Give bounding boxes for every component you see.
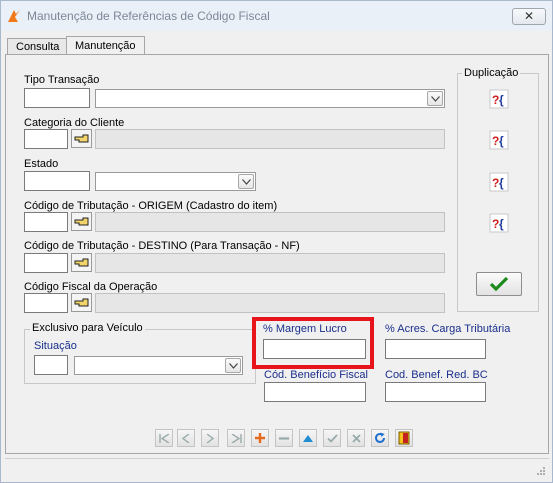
- margem-lucro-highlight: [252, 317, 374, 369]
- situacao-code-input[interactable]: [34, 355, 68, 375]
- duplicate-button-2[interactable]: ?{: [488, 129, 510, 151]
- window-title: Manutenção de Referências de Código Fisc…: [27, 9, 270, 23]
- duplicate-button-3[interactable]: ?{: [488, 171, 510, 193]
- prev-icon: [182, 433, 190, 443]
- last-icon: [231, 433, 242, 443]
- cancel-record-button[interactable]: [347, 429, 365, 447]
- insert-record-button[interactable]: [251, 429, 269, 447]
- previous-record-button[interactable]: [177, 429, 195, 447]
- pointing-hand-icon: [74, 217, 89, 226]
- first-icon: [158, 433, 169, 443]
- estado-label: Estado: [24, 158, 59, 170]
- categoria-cliente-description: [95, 129, 445, 149]
- cfop-description: [95, 293, 445, 313]
- trib-origem-description: [95, 212, 445, 232]
- next-record-button[interactable]: [201, 429, 219, 447]
- status-bar: [5, 458, 549, 479]
- pointing-hand-icon: [74, 134, 89, 143]
- categoria-cliente-label: Categoria do Cliente: [24, 117, 125, 129]
- estado-select[interactable]: [95, 172, 256, 191]
- trib-origem-lookup-button[interactable]: [71, 212, 92, 231]
- situacao-label: Situação: [34, 340, 77, 352]
- tab-consulta[interactable]: Consulta: [7, 38, 69, 54]
- trib-origem-label: Código de Tributação - ORIGEM (Cadastro …: [24, 200, 278, 212]
- cancel-icon: [351, 433, 361, 443]
- confirm-duplication-button[interactable]: [476, 272, 522, 296]
- situacao-select[interactable]: [74, 356, 243, 375]
- last-record-button[interactable]: [227, 429, 245, 447]
- trib-origem-code-input[interactable]: [24, 212, 68, 232]
- query-braces-icon: ?{: [489, 213, 509, 233]
- duplicate-button-1[interactable]: ?{: [488, 88, 510, 110]
- cfop-lookup-button[interactable]: [71, 293, 92, 312]
- delete-record-button[interactable]: [275, 429, 293, 447]
- resize-grip-icon[interactable]: [536, 466, 546, 476]
- categoria-cliente-code-input[interactable]: [24, 129, 68, 149]
- confirm-icon: [326, 433, 338, 443]
- query-braces-icon: ?{: [489, 89, 509, 109]
- delete-icon: [279, 436, 289, 440]
- exit-button[interactable]: [395, 429, 413, 447]
- insert-icon: [255, 433, 265, 443]
- pointing-hand-icon: [74, 298, 89, 307]
- cfop-code-input[interactable]: [24, 293, 68, 313]
- close-icon: ✕: [523, 9, 535, 23]
- cfop-label: Código Fiscal da Operação: [24, 281, 158, 293]
- estado-code-input[interactable]: [24, 171, 90, 191]
- app-logo-icon: [8, 10, 20, 22]
- tipo-transacao-code-input[interactable]: [24, 88, 90, 108]
- next-icon: [206, 433, 214, 443]
- exit-icon: [398, 431, 410, 445]
- cod-beneficio-label: Cód. Benefício Fiscal: [264, 369, 368, 381]
- trib-destino-lookup-button[interactable]: [71, 253, 92, 272]
- query-braces-icon: ?{: [489, 172, 509, 192]
- acres-carga-input[interactable]: [385, 339, 486, 359]
- close-button[interactable]: ✕: [512, 8, 546, 25]
- main-window: Manutenção de Referências de Código Fisc…: [0, 0, 553, 483]
- title-bar: Manutenção de Referências de Código Fisc…: [1, 1, 552, 31]
- chevron-down-icon[interactable]: [427, 91, 443, 106]
- svg-text:{: {: [499, 217, 504, 231]
- trib-destino-label: Código de Tributação - DESTINO (Para Tra…: [24, 240, 300, 252]
- chevron-down-icon[interactable]: [225, 358, 241, 373]
- checkmark-icon: [489, 276, 509, 292]
- refresh-icon: [375, 432, 385, 443]
- duplicacao-legend: Duplicação: [462, 67, 521, 79]
- chevron-down-icon[interactable]: [238, 174, 254, 189]
- tipo-transacao-select[interactable]: [95, 89, 445, 108]
- cod-beneficio-input[interactable]: [264, 382, 366, 402]
- trib-destino-code-input[interactable]: [24, 253, 68, 273]
- categoria-cliente-lookup-button[interactable]: [71, 129, 92, 148]
- tipo-transacao-label: Tipo Transação: [24, 74, 100, 86]
- svg-text:{: {: [499, 176, 504, 190]
- exclusivo-veiculo-legend: Exclusivo para Veículo: [30, 322, 145, 334]
- post-record-button[interactable]: [323, 429, 341, 447]
- tab-manutencao[interactable]: Manutenção: [66, 36, 145, 54]
- trib-destino-description: [95, 253, 445, 273]
- first-record-button[interactable]: [155, 429, 173, 447]
- svg-text:{: {: [499, 93, 504, 107]
- svg-text:{: {: [499, 134, 504, 148]
- edit-record-button[interactable]: [299, 429, 317, 447]
- duplicate-button-4[interactable]: ?{: [488, 212, 510, 234]
- cod-benef-red-input[interactable]: [385, 382, 486, 402]
- edit-icon: [303, 434, 313, 442]
- cod-benef-red-label: Cod. Benef. Red. BC: [385, 369, 488, 381]
- acres-carga-label: % Acres. Carga Tributária: [385, 323, 511, 335]
- query-braces-icon: ?{: [489, 130, 509, 150]
- refresh-button[interactable]: [371, 429, 389, 447]
- pointing-hand-icon: [74, 258, 89, 267]
